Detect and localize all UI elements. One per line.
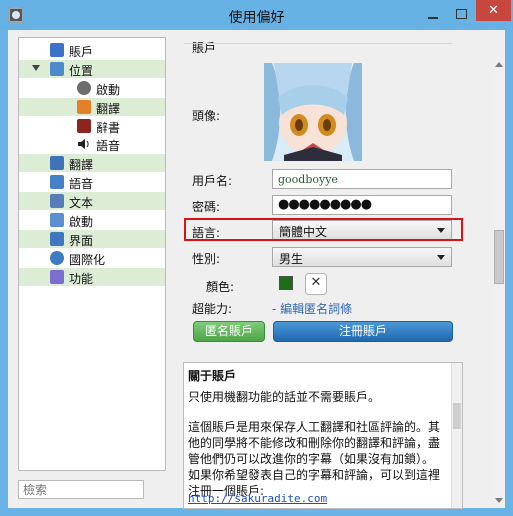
sidebar-item-voice[interactable]: 語音 [19, 173, 165, 191]
app-window: 使用偏好 ✕ 賬戶 位置 啟動 翻譯 辭書 語音 翻譯 語音 文本 啟動 界面 … [0, 0, 513, 516]
globe-icon [50, 251, 64, 265]
user-icon [50, 43, 64, 57]
sidebar-item-dictionary[interactable]: 辭書 [19, 117, 165, 135]
about-paragraph-1: 只使用機翻功能的話並不需要賬戶。 [188, 390, 381, 404]
speaker-icon [77, 137, 91, 151]
translate-icon [50, 156, 64, 170]
chevron-down-icon [437, 255, 445, 260]
gender-label: 性別: [192, 252, 221, 266]
about-title: 關于賬戶 [188, 369, 237, 383]
avatar[interactable] [264, 63, 362, 161]
sidebar-item-i18n[interactable]: 國際化 [19, 249, 165, 267]
boot-icon [50, 213, 64, 227]
boot-icon [77, 81, 91, 95]
register-account-button[interactable]: 注冊賬戶 [273, 321, 453, 342]
username-label: 用戶名: [192, 174, 233, 188]
sidebar-item-translate[interactable]: 翻譯 [19, 98, 165, 116]
text-icon [50, 194, 64, 208]
dictionary-icon [77, 119, 91, 133]
username-value: goodboyye [278, 173, 338, 186]
section-divider [184, 43, 452, 44]
main-scrollbar[interactable] [494, 60, 504, 506]
highlight-box [184, 218, 463, 241]
password-label: 密碼: [192, 200, 221, 214]
sidebar-item-voice-sub[interactable]: 語音 [19, 135, 165, 153]
preferences-sidebar: 賬戶 位置 啟動 翻譯 辭書 語音 翻譯 語音 文本 啟動 界面 國際化 功能 [18, 37, 166, 471]
minimize-button[interactable] [423, 7, 443, 21]
gender-select[interactable]: 男生 [272, 247, 452, 267]
about-account-panel: 關于賬戶 只使用機翻功能的話並不需要賬戶。 這個賬戶是用來保存人工翻譯和社區評論… [183, 362, 463, 509]
translate-icon [77, 100, 91, 114]
about-scroll-thumb[interactable] [453, 403, 461, 429]
ability-label: 超能力: [192, 302, 233, 316]
monitor-icon [50, 232, 64, 246]
section-title: 賬戶 [192, 41, 217, 55]
color-swatch[interactable] [279, 276, 293, 290]
sidebar-item-boot[interactable]: 啟動 [19, 79, 165, 97]
password-value: ●●●●●●●●● [278, 197, 372, 212]
color-label: 顏色: [206, 280, 235, 294]
gender-value: 男生 [279, 252, 304, 266]
sidebar-item-features[interactable]: 功能 [19, 268, 165, 286]
close-button[interactable]: ✕ [476, 0, 511, 21]
password-field[interactable]: ●●●●●●●●● [272, 195, 452, 215]
username-field[interactable]: goodboyye [272, 169, 452, 189]
clear-color-button[interactable]: ✕ [305, 273, 327, 295]
scroll-down-icon[interactable] [495, 498, 503, 503]
collapse-toggle-icon[interactable] [32, 65, 40, 71]
music-icon [50, 175, 64, 189]
about-url-link[interactable]: http://sakuradite.com [188, 491, 448, 507]
sidebar-item-translation[interactable]: 翻譯 [19, 154, 165, 172]
avatar-label: 頭像: [192, 109, 221, 123]
sidebar-item-interface[interactable]: 界面 [19, 230, 165, 248]
plugin-icon [50, 270, 64, 284]
about-paragraph-2: 這個賬戶是用來保存人工翻譯和社區評論的。其他的同學將不能修改和刪除你的翻譯和評論… [188, 420, 441, 498]
scroll-up-icon[interactable] [495, 62, 503, 67]
scroll-thumb[interactable] [494, 230, 504, 284]
sidebar-item-text[interactable]: 文本 [19, 192, 165, 210]
people-icon [50, 62, 64, 76]
search-input[interactable] [18, 480, 144, 499]
about-scrollbar[interactable] [451, 363, 462, 508]
sidebar-item-position[interactable]: 位置 [19, 60, 165, 78]
anonymous-account-button[interactable]: 匿名賬戶 [193, 321, 265, 342]
maximize-button[interactable] [452, 6, 470, 22]
sidebar-item-account[interactable]: 賬戶 [19, 41, 165, 59]
edit-anonymous-link[interactable]: - 編輯匿名詞條 [272, 300, 352, 317]
sidebar-item-startup[interactable]: 啟動 [19, 211, 165, 229]
title-bar[interactable]: 使用偏好 ✕ [0, 0, 513, 30]
